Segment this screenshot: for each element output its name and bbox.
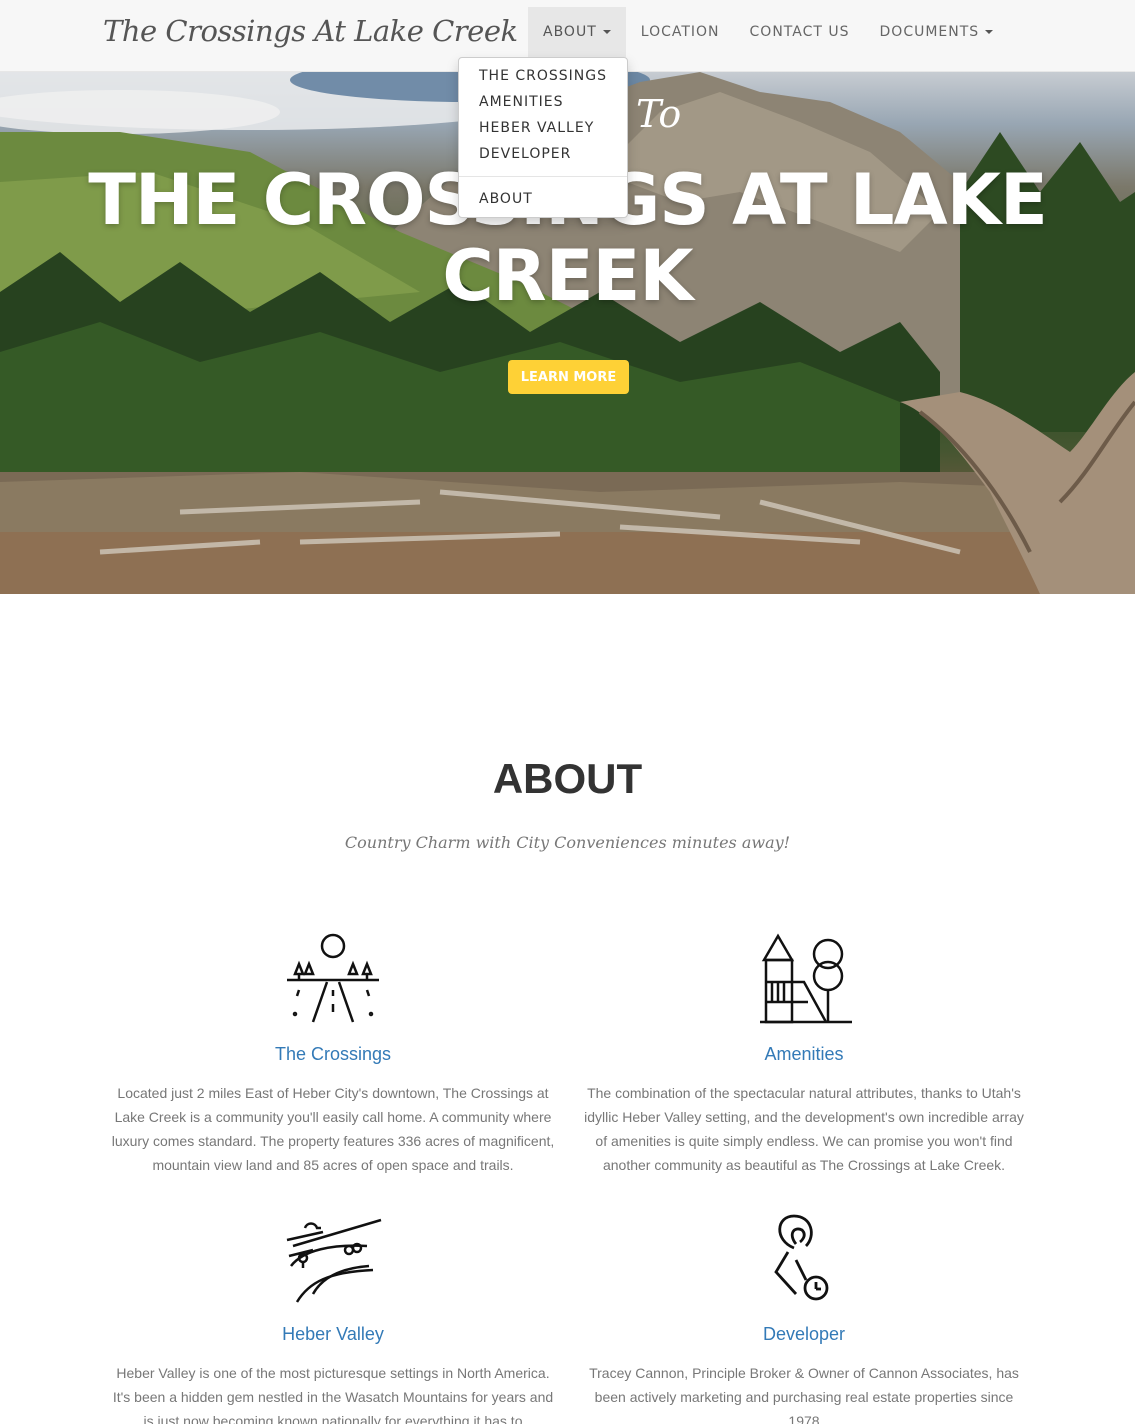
hero-pretitle: To [636,92,682,136]
dropdown-item-the-crossings[interactable]: THE CROSSINGS [459,63,627,89]
brand-logo[interactable]: The Crossings At Lake Creek [103,14,518,48]
nav-about-label: ABOUT [543,24,597,40]
dropdown-item-about[interactable]: ABOUT [459,186,627,212]
caret-down-icon [602,30,611,34]
learn-more-button[interactable]: LEARN MORE [508,360,629,394]
dropdown-item-amenities[interactable]: AMENITIES [459,89,627,115]
about-heading: ABOUT [492,755,643,802]
nav-location-label: LOCATION [640,24,720,40]
valley-landscape-icon [286,1218,382,1303]
card-developer: Developer Tracey Cannon, Principle Broke… [579,1210,1029,1424]
main-nav: ABOUT LOCATION CONTACT US DOCUMENTS [528,7,1008,57]
card-text-developer: Tracey Cannon, Principle Broker & Owner … [589,1365,1019,1424]
card-title-amenities[interactable]: Amenities [579,1044,1029,1065]
card-amenities: Amenities The combination of the spectac… [579,930,1029,1177]
card-the-crossings: The Crossings Located just 2 miles East … [108,930,558,1177]
card-title-heber-valley[interactable]: Heber Valley [108,1324,558,1345]
dropdown-divider [459,176,627,177]
nav-contact-label: CONTACT US [749,24,850,40]
dropdown-item-heber-valley[interactable]: HEBER VALLEY [459,115,627,141]
card-title-the-crossings[interactable]: The Crossings [108,1044,558,1065]
caret-down-icon [985,30,994,34]
nav-about[interactable]: ABOUT [528,7,626,57]
card-title-developer[interactable]: Developer [579,1324,1029,1345]
nav-contact-us[interactable]: CONTACT US [735,7,865,57]
nav-documents-label: DOCUMENTS [879,24,980,40]
road-trees-sun-icon [287,933,379,1023]
nav-location[interactable]: LOCATION [626,7,735,57]
about-subheading: Country Charm with City Conveniences min… [344,833,791,852]
route-pin-clock-icon [774,1214,829,1301]
card-text-heber-valley: Heber Valley is one of the most pictures… [112,1365,554,1424]
playground-tree-icon [760,933,852,1024]
about-dropdown-menu: THE CROSSINGS AMENITIES HEBER VALLEY DEV… [458,57,628,218]
dropdown-item-developer[interactable]: DEVELOPER [459,141,627,167]
nav-documents[interactable]: DOCUMENTS [865,7,1009,57]
card-heber-valley: Heber Valley Heber Valley is one of the … [108,1210,558,1424]
card-text-amenities: The combination of the spectacular natur… [584,1085,1024,1173]
card-text-the-crossings: Located just 2 miles East of Heber City'… [111,1085,555,1173]
